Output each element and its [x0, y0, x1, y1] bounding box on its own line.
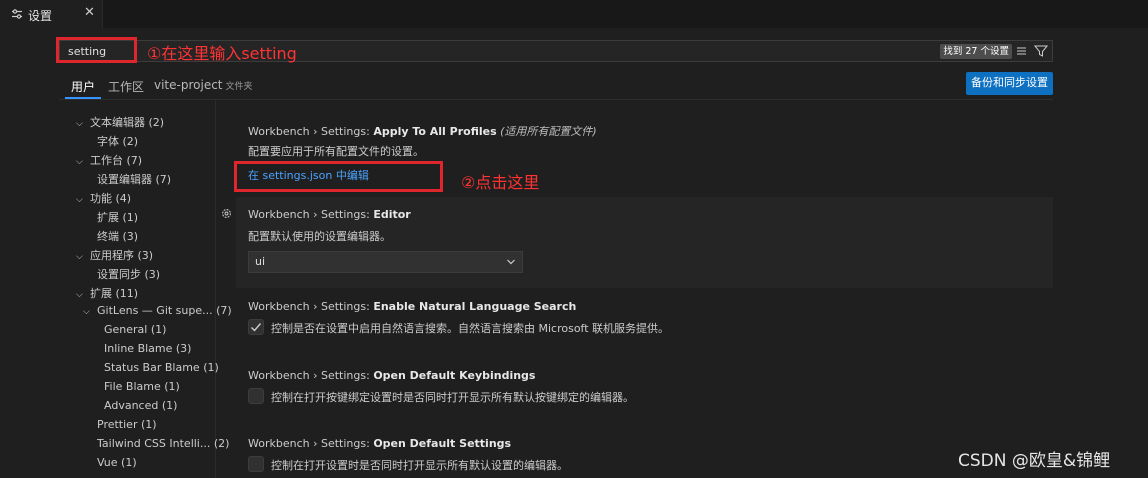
setting-description: 控制在打开按键绑定设置时是否同时打开显示所有默认按键绑定的编辑器。 [271, 391, 634, 404]
chevron-down-icon: ⌵ [76, 195, 83, 205]
chevron-down-icon: ⌵ [83, 307, 90, 317]
setting-description: 控制在打开设置时是否同时打开显示所有默认设置的编辑器。 [271, 459, 568, 472]
chevron-down-icon: ⌵ [76, 252, 83, 262]
settings-icon [12, 9, 22, 19]
toc-item-extensions-feature[interactable]: 扩展 (1) [97, 209, 138, 225]
setting-description: 配置默认使用的设置编辑器。 [248, 230, 391, 243]
setting-open-default-settings: Workbench › Settings: Open Default Setti… [236, 430, 1053, 478]
toc-item-tailwind[interactable]: Tailwind CSS Intelli... (2) [97, 437, 229, 450]
annotation-box-link [234, 161, 443, 192]
checkbox-unchecked[interactable] [248, 456, 264, 472]
watermark: CSDN @欧皇&锦鲤 [958, 451, 1111, 471]
setting-open-default-keybindings: Workbench › Settings: Open Default Keybi… [236, 362, 1053, 422]
chevron-down-icon: ⌵ [76, 157, 83, 167]
toc-item-status-bar-blame[interactable]: Status Bar Blame (1) [104, 361, 219, 374]
folder-name: vite-project [154, 78, 223, 92]
toc-item-font[interactable]: 字体 (2) [97, 133, 138, 149]
folder-suffix: 文件夹 [225, 82, 253, 92]
toc-item-features[interactable]: ⌵ 功能 (4) [76, 190, 131, 206]
toc-item-settings-editor[interactable]: 设置编辑器 (7) [97, 171, 171, 187]
tab-folder[interactable]: vite-project 文件夹 [154, 78, 253, 92]
toc-item-inline-blame[interactable]: Inline Blame (3) [104, 342, 191, 355]
toc-item-vue[interactable]: Vue (1) [97, 456, 137, 469]
tab-title: 设置 [28, 9, 53, 23]
check-icon [251, 323, 262, 332]
toc-item-workbench[interactable]: ⌵ 工作台 (7) [76, 152, 142, 168]
annotation-step1: ①在这里输入setting [147, 44, 297, 63]
annotation-step2: ②点击这里 [461, 173, 540, 192]
setting-natural-language-search: Workbench › Settings: Enable Natural Lan… [236, 293, 1053, 353]
chevron-down-icon: ⌵ [76, 290, 83, 300]
toc-item-file-blame[interactable]: File Blame (1) [104, 380, 180, 393]
setting-title: Workbench › Settings: Editor [248, 208, 411, 221]
checkbox-unchecked[interactable] [248, 388, 264, 404]
setting-description: 控制是否在设置中启用自然语言搜索。自然语言搜索由 Microsoft 联机服务提… [271, 322, 670, 335]
toc-item-terminal[interactable]: 终端 (3) [97, 228, 138, 244]
toc-item-settings-sync[interactable]: 设置同步 (3) [97, 266, 160, 282]
backup-sync-button[interactable]: 备份和同步设置 [966, 72, 1053, 95]
setting-title: Workbench › Settings: Enable Natural Lan… [248, 300, 577, 313]
checkbox-checked[interactable] [248, 319, 264, 335]
tab-workspace[interactable]: 工作区 [108, 78, 144, 95]
chevron-down-icon [507, 259, 515, 265]
setting-editor: Workbench › Settings: Editor 配置默认使用的设置编辑… [236, 197, 1053, 288]
editor-type-select[interactable]: ui [248, 251, 523, 273]
setting-title: Workbench › Settings: Open Default Setti… [248, 437, 512, 450]
tab-user[interactable]: 用户 [71, 78, 95, 95]
toc-item-extensions[interactable]: ⌵ 扩展 (11) [76, 285, 138, 301]
toc-item-advanced[interactable]: Advanced (1) [104, 399, 177, 412]
filter-icon[interactable] [1034, 44, 1048, 58]
gear-icon[interactable] [220, 207, 233, 220]
close-icon[interactable]: ✕ [84, 5, 95, 20]
toc-item-general[interactable]: General (1) [104, 323, 166, 336]
search-result-count: 找到 27 个设置 [940, 44, 1012, 59]
settings-tab[interactable]: 设置 ✕ [0, 0, 103, 28]
select-value: ui [255, 255, 266, 268]
editor-tab-strip: 设置 ✕ [0, 0, 1148, 28]
setting-title: Workbench › Settings: Open Default Keybi… [248, 369, 536, 382]
toc-item-text-editor[interactable]: ⌵ 文本编辑器 (2) [76, 114, 164, 130]
setting-title: Workbench › Settings: Apply To All Profi… [248, 125, 597, 138]
toc-item-application[interactable]: ⌵ 应用程序 (3) [76, 247, 153, 263]
chevron-down-icon: ⌵ [76, 119, 83, 129]
clear-filter-icon[interactable] [1016, 44, 1030, 58]
toc-item-gitlens[interactable]: ⌵ GitLens — Git supe... (7) [83, 304, 232, 317]
toc-item-prettier[interactable]: Prettier (1) [97, 418, 157, 431]
annotation-box-search [56, 37, 137, 63]
setting-description: 配置要应用于所有配置文件的设置。 [248, 145, 424, 158]
settings-toc: ⌵ 文本编辑器 (2) 字体 (2) ⌵ 工作台 (7) 设置编辑器 (7) ⌵ 功能… [0, 100, 232, 478]
